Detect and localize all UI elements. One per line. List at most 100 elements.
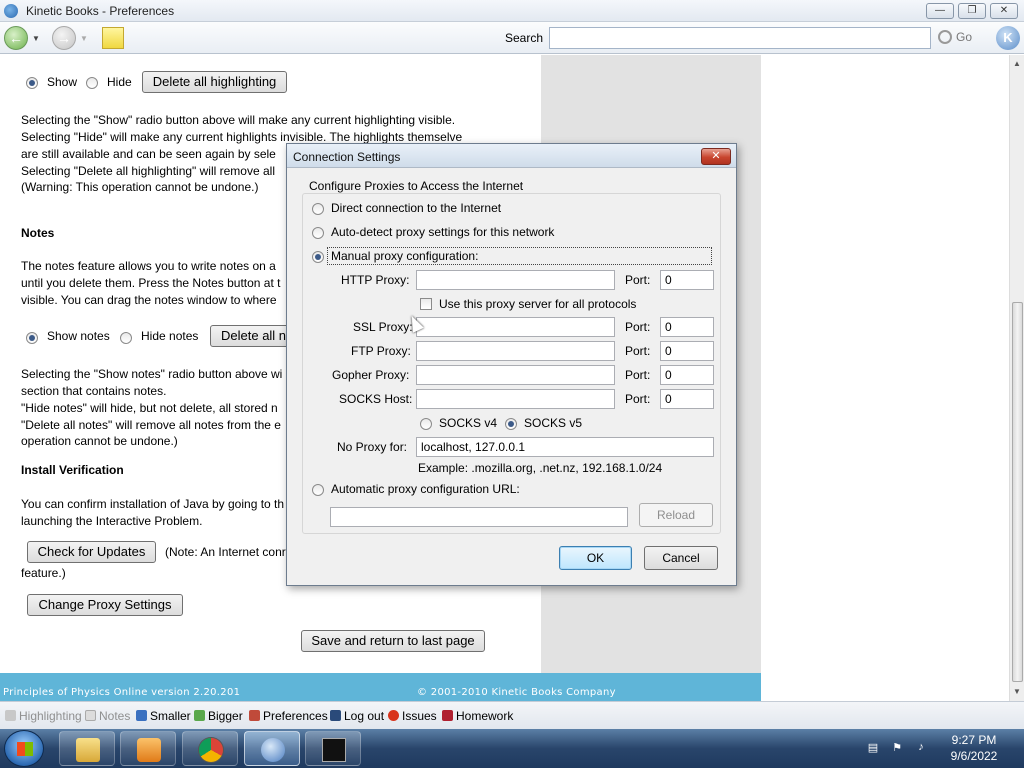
taskbar-explorer[interactable] — [59, 731, 115, 766]
reload-button[interactable]: Reload — [639, 503, 713, 527]
autoconfig-url-input[interactable] — [330, 507, 628, 527]
hide-notes-radio[interactable] — [120, 332, 132, 344]
hide-highlight-radio[interactable] — [86, 77, 98, 89]
window-close-button[interactable]: ✕ — [990, 3, 1018, 19]
taskbar-kinetic-books[interactable] — [244, 731, 300, 766]
socks-host-input[interactable] — [416, 389, 615, 409]
ftp-proxy-input[interactable] — [416, 341, 615, 361]
use-all-protocols-checkbox[interactable] — [420, 298, 432, 310]
scroll-thumb[interactable] — [1012, 302, 1023, 682]
start-button[interactable] — [4, 730, 44, 767]
show-highlight-radio[interactable] — [26, 77, 38, 89]
ssl-port-input[interactable] — [660, 317, 714, 337]
smaller-tool[interactable]: Smaller — [136, 709, 191, 723]
volume-icon[interactable]: ♪ — [914, 741, 928, 755]
autoconfig-radio[interactable] — [312, 484, 324, 496]
forward-dropdown-icon[interactable]: ▼ — [80, 34, 88, 43]
media-player-icon — [137, 738, 161, 762]
go-button[interactable]: Go — [938, 30, 972, 44]
show-notes-label: Show notes — [47, 329, 110, 343]
ftp-proxy-label: FTP Proxy: — [351, 344, 411, 358]
no-proxy-input[interactable] — [416, 437, 714, 457]
socks-v5-radio[interactable] — [505, 418, 517, 430]
taskbar-terminal[interactable] — [305, 731, 361, 766]
ok-button[interactable]: OK — [559, 546, 632, 570]
autodetect-radio[interactable] — [312, 227, 324, 239]
notes-desc-1: The notes feature allows you to write no… — [21, 259, 276, 273]
search-input[interactable] — [549, 27, 931, 49]
delete-highlighting-button[interactable]: Delete all highlighting — [142, 71, 287, 93]
logout-tool[interactable]: Log out — [330, 709, 384, 723]
windows-taskbar: ▤ ⚑ ♪ 9:27 PM 9/6/2022 — [0, 729, 1024, 768]
notes-icon[interactable] — [102, 27, 124, 49]
socks-v4-radio[interactable] — [420, 418, 432, 430]
socks-port-input[interactable] — [660, 389, 714, 409]
connection-settings-dialog: Connection Settings ✕ Configure Proxies … — [286, 143, 737, 586]
notes-tool[interactable]: Notes — [85, 709, 130, 723]
window-title: Kinetic Books - Preferences — [26, 4, 175, 18]
socks-host-label: SOCKS Host: — [339, 392, 413, 406]
forward-button[interactable]: → — [52, 26, 76, 50]
homework-icon — [442, 710, 453, 721]
ssl-proxy-input[interactable] — [416, 317, 615, 337]
socks-v5-label: SOCKS v5 — [524, 416, 583, 430]
http-port-input[interactable] — [660, 270, 714, 290]
logout-label: Log out — [344, 709, 385, 723]
preferences-tool[interactable]: Preferences — [249, 709, 328, 723]
install-desc-2: launching the Interactive Problem. — [21, 514, 203, 528]
minimize-button[interactable]: — — [926, 3, 954, 19]
highlight-desc-3: are still available and can be seen agai… — [21, 147, 276, 161]
notes-desc2-4: "Delete all notes" will remove all notes… — [21, 418, 281, 432]
back-button[interactable]: ← — [4, 26, 28, 50]
http-proxy-label: HTTP Proxy: — [341, 273, 410, 287]
smaller-label: Smaller — [150, 709, 191, 723]
gopher-proxy-label: Gopher Proxy: — [332, 368, 410, 382]
flag-alert-icon[interactable]: ⚑ — [890, 741, 904, 755]
show-notes-radio[interactable] — [26, 332, 38, 344]
notes-desc-3: visible. You can drag the notes window t… — [21, 293, 277, 307]
search-label: Search — [505, 31, 544, 45]
notes-heading: Notes — [21, 226, 55, 240]
window-titlebar: Kinetic Books - Preferences — ❐ ✕ — [0, 0, 1024, 22]
vertical-scrollbar[interactable]: ▲ ▼ — [1009, 55, 1024, 701]
show-highlight-label: Show — [47, 75, 78, 89]
dialog-titlebar: Connection Settings ✕ — [287, 144, 736, 168]
system-clock[interactable]: 9:27 PM 9/6/2022 — [944, 732, 1004, 764]
ftp-port-input[interactable] — [660, 341, 714, 361]
save-return-button[interactable]: Save and return to last page — [301, 630, 485, 652]
folder-icon — [76, 738, 100, 762]
homework-tool[interactable]: Homework — [442, 709, 513, 723]
manual-proxy-radio[interactable] — [312, 251, 324, 263]
direct-connection-radio[interactable] — [312, 203, 324, 215]
socks-port-label: Port: — [625, 392, 651, 406]
bigger-tool[interactable]: Bigger — [194, 709, 243, 723]
taskbar-chrome[interactable] — [182, 731, 238, 766]
browser-toolbar: ← ▼ → ▼ Search Go K — [0, 22, 1024, 54]
gopher-port-label: Port: — [625, 368, 651, 382]
terminal-icon — [322, 738, 346, 762]
dialog-close-button[interactable]: ✕ — [701, 148, 731, 165]
notes-desc2-3: "Hide notes" will hide, but not delete, … — [21, 401, 278, 415]
back-dropdown-icon[interactable]: ▼ — [32, 34, 40, 43]
highlighting-tool[interactable]: Highlighting — [5, 709, 82, 723]
autoconfig-label: Automatic proxy configuration URL: — [331, 482, 520, 496]
install-note: (Note: An Internet conr — [165, 545, 286, 559]
gopher-port-input[interactable] — [660, 365, 714, 385]
app-statusbar: Highlighting Notes Smaller Bigger Prefer… — [0, 701, 1024, 729]
ssl-proxy-label: SSL Proxy: — [353, 320, 413, 334]
notes-label: Notes — [99, 709, 131, 723]
scroll-down-icon[interactable]: ▼ — [1013, 687, 1021, 696]
maximize-button[interactable]: ❐ — [958, 3, 986, 19]
change-proxy-button[interactable]: Change Proxy Settings — [27, 594, 183, 616]
taskbar-media-player[interactable] — [120, 731, 176, 766]
network-icon[interactable]: ▤ — [866, 741, 880, 755]
issues-tool[interactable]: Issues — [388, 709, 437, 723]
http-proxy-input[interactable] — [416, 270, 615, 290]
dialog-title: Connection Settings — [293, 150, 401, 164]
cancel-button[interactable]: Cancel — [644, 546, 718, 570]
check-updates-button[interactable]: Check for Updates — [27, 541, 156, 563]
gopher-proxy-input[interactable] — [416, 365, 615, 385]
ftp-port-label: Port: — [625, 344, 651, 358]
scroll-up-icon[interactable]: ▲ — [1013, 59, 1021, 68]
install-desc-1: You can confirm installation of Java by … — [21, 497, 285, 511]
